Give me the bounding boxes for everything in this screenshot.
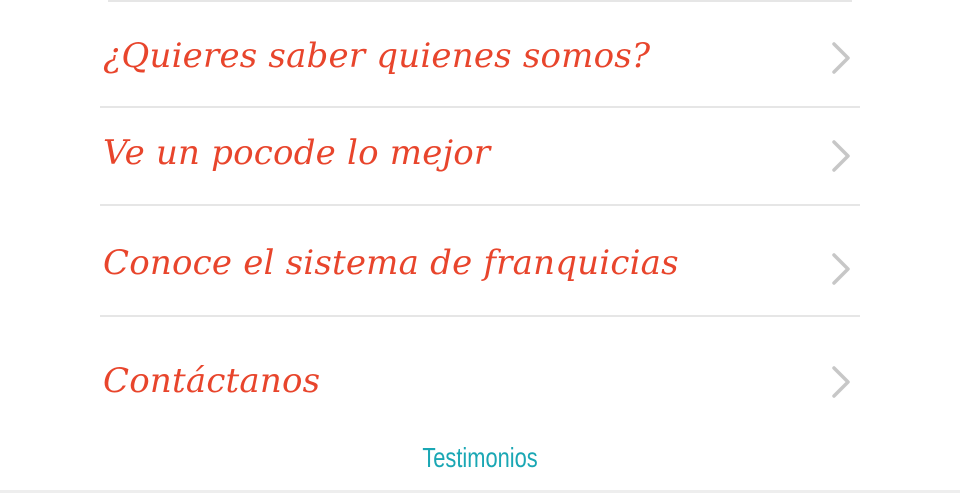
- menu-item-label: Contáctanos: [103, 361, 321, 401]
- menu-item-franquicias[interactable]: Conoce el sistema de franquicias: [100, 243, 860, 287]
- menu-item-label: Ve un pocode lo mejor: [103, 133, 491, 173]
- divider: [100, 204, 860, 206]
- divider: [100, 106, 860, 108]
- chevron-right-icon: [832, 366, 850, 398]
- divider: [100, 315, 860, 317]
- testimonios-link[interactable]: Testimonios: [106, 438, 855, 478]
- menu-item-label: Conoce el sistema de franquicias: [103, 243, 679, 283]
- menu-item-quienes-somos[interactable]: ¿Quieres saber quienes somos?: [100, 36, 860, 80]
- top-divider: [108, 0, 852, 2]
- menu-item-ve-lo-mejor[interactable]: Ve un pocode lo mejor: [100, 133, 860, 177]
- chevron-right-icon: [832, 42, 850, 74]
- chevron-right-icon: [832, 253, 850, 285]
- menu-item-contactanos[interactable]: Contáctanos: [100, 361, 860, 405]
- chevron-right-icon: [832, 140, 850, 172]
- menu-item-label: ¿Quieres saber quienes somos?: [103, 36, 651, 76]
